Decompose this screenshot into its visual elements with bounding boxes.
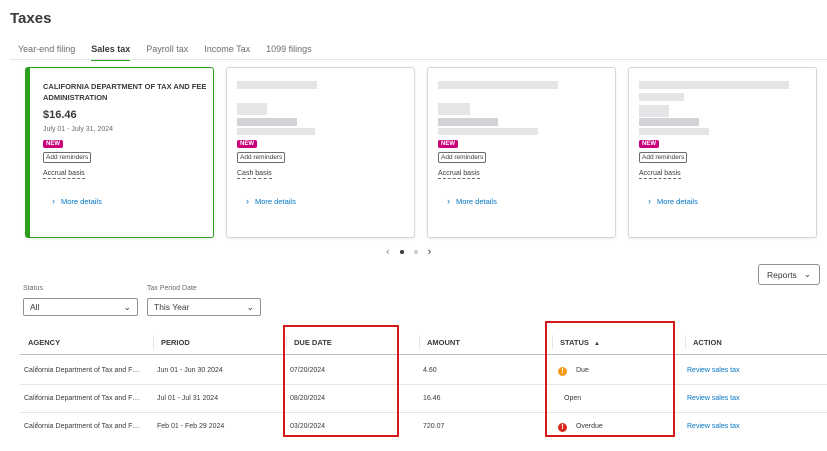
cell-agency: California Department of Tax and F… xyxy=(24,367,140,374)
table-row[interactable]: California Department of Tax and F… Jun … xyxy=(20,357,827,385)
review-sales-tax-link[interactable]: Review sales tax xyxy=(687,367,740,374)
column-header-agency[interactable]: AGENCY xyxy=(28,338,60,347)
table-row[interactable]: California Department of Tax and F… Jul … xyxy=(20,385,827,413)
table-header: AGENCY PERIOD DUE DATE AMOUNT STATUS ▲ A… xyxy=(20,329,827,355)
table-row[interactable]: California Department of Tax and F… Feb … xyxy=(20,413,827,441)
redacted-block xyxy=(438,128,538,135)
chevron-right-icon: › xyxy=(246,196,249,206)
agency-card[interactable]: NEW Add reminders Accrual basis › More d… xyxy=(628,67,817,238)
cell-period: Jul 01 - Jul 31 2024 xyxy=(157,395,219,402)
redacted-block xyxy=(639,118,699,126)
period-filter-select[interactable]: This Year ⌄ xyxy=(147,298,261,316)
tabs-divider xyxy=(10,59,827,60)
chevron-right-icon: › xyxy=(648,196,651,206)
review-sales-tax-link[interactable]: Review sales tax xyxy=(687,395,740,402)
redacted-block xyxy=(237,81,317,89)
column-header-period[interactable]: PERIOD xyxy=(161,338,190,347)
chevron-right-icon: › xyxy=(447,196,450,206)
column-divider xyxy=(685,335,686,349)
new-badge: NEW xyxy=(237,140,257,148)
add-reminders-button[interactable]: Add reminders xyxy=(639,152,688,163)
pager-dot-active[interactable] xyxy=(399,250,404,254)
more-details-label: More details xyxy=(61,196,102,206)
chevron-down-icon: ⌄ xyxy=(803,269,811,279)
cell-amount: 720.07 xyxy=(423,423,445,430)
status-highlight-box xyxy=(545,321,675,437)
redacted-block xyxy=(438,81,558,89)
chevron-down-icon: ⌄ xyxy=(123,301,131,312)
new-badge: NEW xyxy=(43,140,63,148)
redacted-block xyxy=(438,103,470,115)
reports-button[interactable]: Reports ⌄ xyxy=(758,264,820,285)
basis-label[interactable]: Accrual basis xyxy=(639,170,681,179)
redacted-block xyxy=(237,118,297,126)
status-filter-label: Status xyxy=(23,285,43,292)
redacted-block xyxy=(237,128,315,135)
card-amount: $16.46 xyxy=(43,109,77,121)
page-title: Taxes xyxy=(10,10,52,27)
agency-card[interactable]: NEW Add reminders Accrual basis › More d… xyxy=(427,67,616,238)
period-filter-label: Tax Period Date xyxy=(147,285,197,292)
basis-label[interactable]: Cash basis xyxy=(237,170,272,179)
add-reminders-button[interactable]: Add reminders xyxy=(237,152,286,163)
add-reminders-button[interactable]: Add reminders xyxy=(438,152,487,163)
more-details-link[interactable]: › More details xyxy=(447,196,497,206)
reports-label: Reports xyxy=(767,269,797,280)
due-date-highlight-box xyxy=(283,325,399,437)
pager-prev-icon[interactable]: ‹ xyxy=(386,246,390,258)
new-badge: NEW xyxy=(639,140,659,148)
cell-period: Jun 01 - Jun 30 2024 xyxy=(157,367,223,374)
chevron-down-icon: ⌄ xyxy=(246,301,254,312)
column-header-action: ACTION xyxy=(693,338,722,347)
card-period: July 01 - July 31, 2024 xyxy=(43,126,114,133)
redacted-block xyxy=(639,93,684,101)
redacted-block xyxy=(639,81,789,89)
more-details-link[interactable]: › More details xyxy=(52,196,102,206)
agency-card[interactable]: NEW Add reminders Cash basis › More deta… xyxy=(226,67,415,238)
period-filter-value: This Year xyxy=(154,302,190,312)
basis-label[interactable]: Accrual basis xyxy=(43,170,85,179)
agency-card[interactable]: CALIFORNIA DEPARTMENT OF TAX AND FEE ADM… xyxy=(25,67,214,238)
chevron-right-icon: › xyxy=(52,196,55,206)
cell-period: Feb 01 - Feb 29 2024 xyxy=(157,423,225,430)
basis-label[interactable]: Accrual basis xyxy=(438,170,480,179)
status-filter-select[interactable]: All ⌄ xyxy=(23,298,138,316)
review-sales-tax-link[interactable]: Review sales tax xyxy=(687,423,740,430)
redacted-block xyxy=(639,105,669,117)
cell-amount: 16.46 xyxy=(423,395,441,402)
cell-agency: California Department of Tax and F… xyxy=(24,423,140,430)
add-reminders-button[interactable]: Add reminders xyxy=(43,152,92,163)
card-pager: ‹ › xyxy=(386,246,431,258)
card-agency-name: CALIFORNIA DEPARTMENT OF TAX AND FEE ADM… xyxy=(43,82,207,102)
more-details-label: More details xyxy=(255,196,296,206)
pager-dot[interactable] xyxy=(413,250,418,254)
more-details-label: More details xyxy=(456,196,497,206)
column-divider xyxy=(419,335,420,349)
redacted-block xyxy=(639,128,709,135)
column-divider xyxy=(153,335,154,349)
redacted-block xyxy=(237,103,267,115)
redacted-block xyxy=(438,118,498,126)
more-details-link[interactable]: › More details xyxy=(648,196,698,206)
cell-agency: California Department of Tax and F… xyxy=(24,395,140,402)
status-filter-value: All xyxy=(30,302,40,312)
new-badge: NEW xyxy=(438,140,458,148)
more-details-label: More details xyxy=(657,196,698,206)
cell-amount: 4.60 xyxy=(423,367,437,374)
pager-next-icon[interactable]: › xyxy=(428,246,432,258)
more-details-link[interactable]: › More details xyxy=(246,196,296,206)
agency-cards: CALIFORNIA DEPARTMENT OF TAX AND FEE ADM… xyxy=(25,67,817,238)
column-header-amount[interactable]: AMOUNT xyxy=(427,338,460,347)
